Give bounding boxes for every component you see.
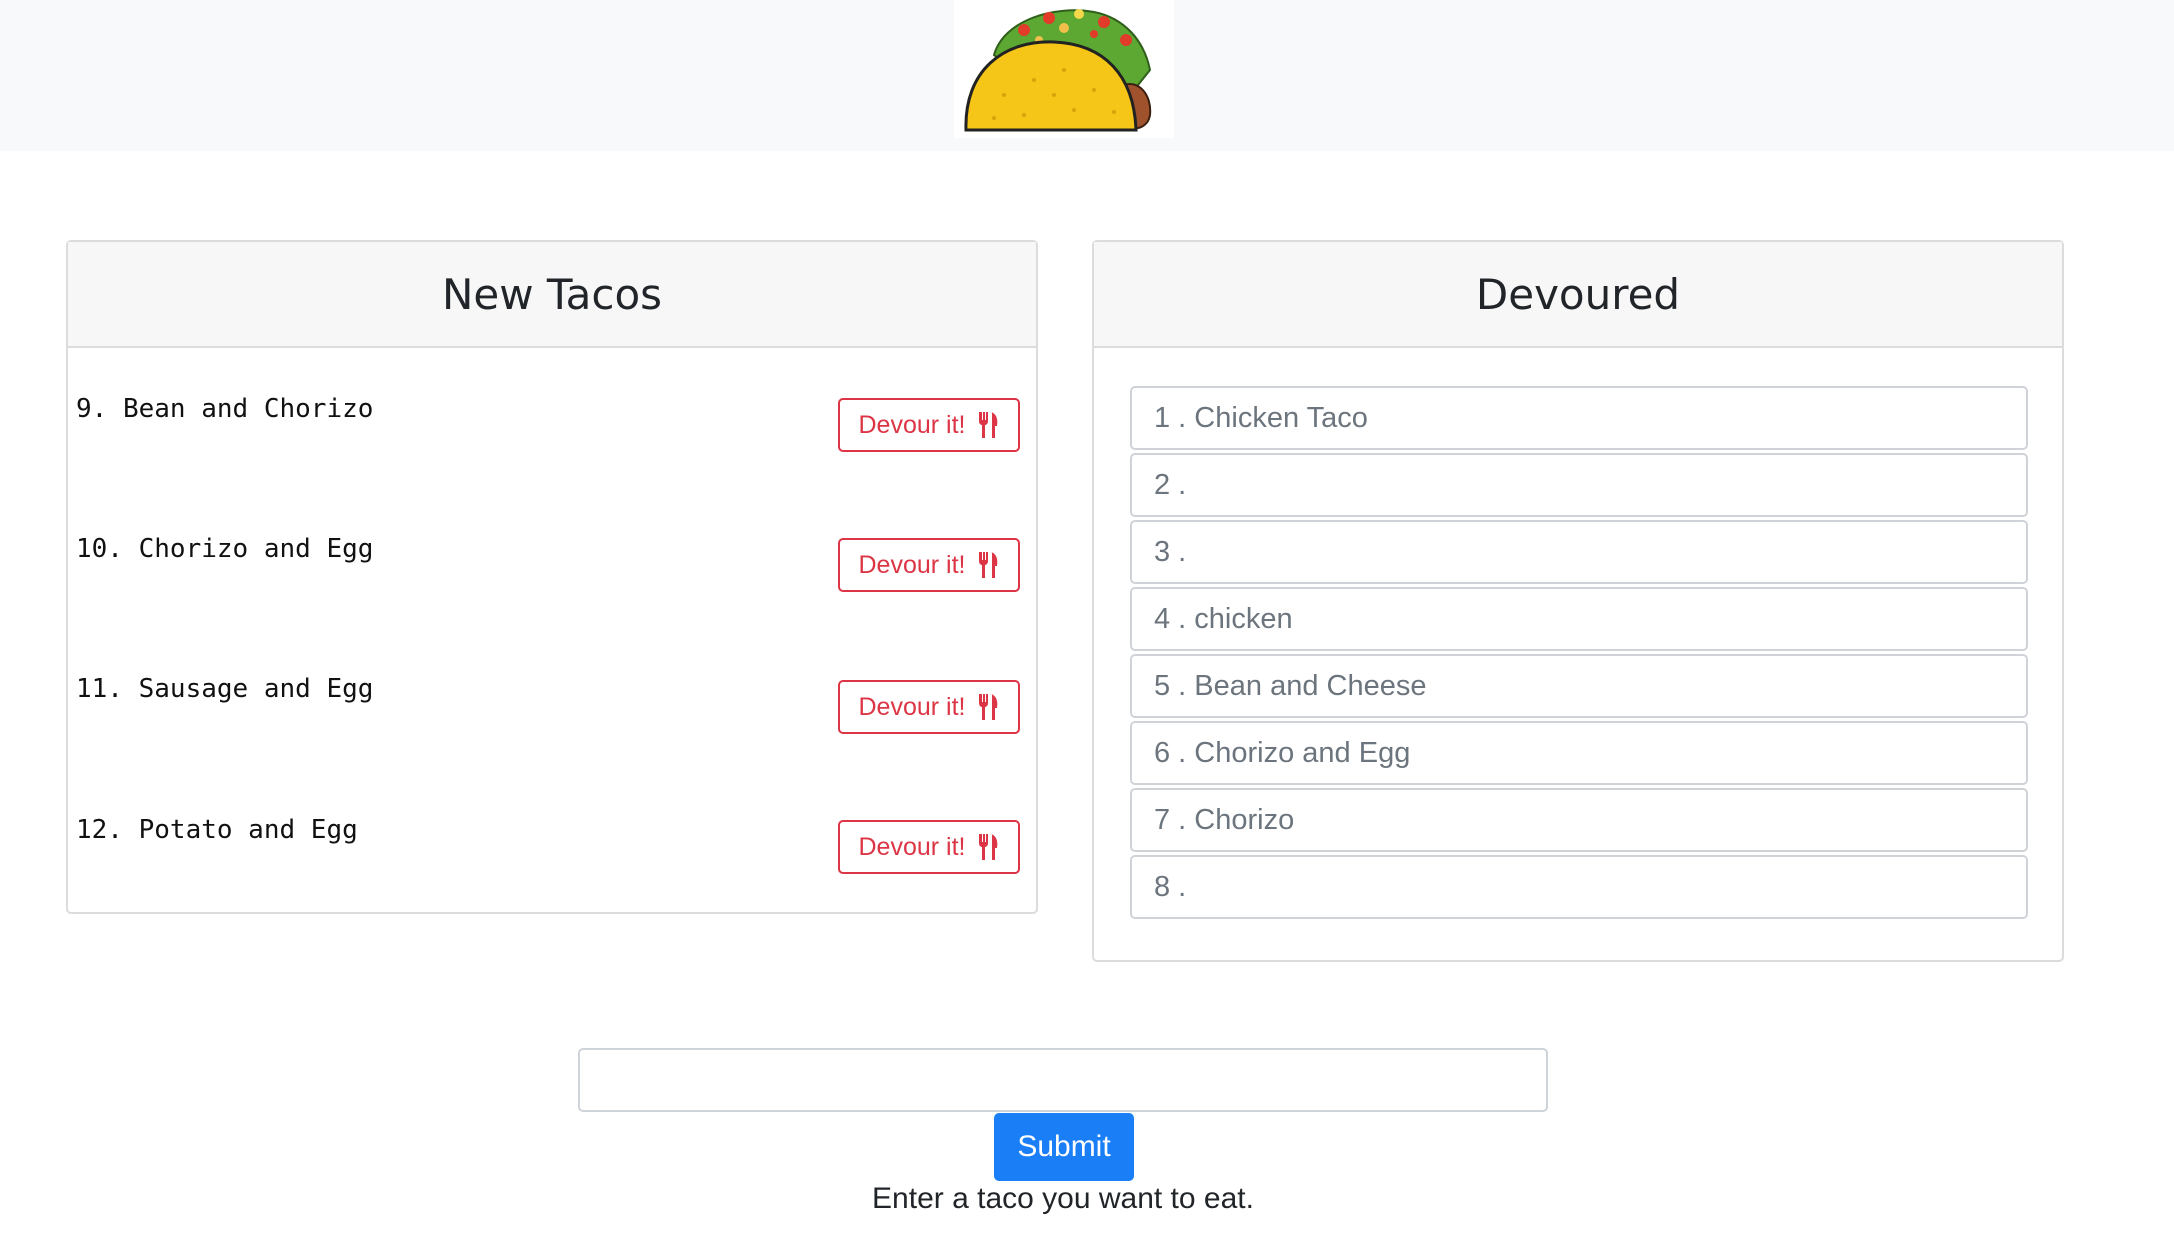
taco-name: 12. Potato and Egg: [76, 815, 358, 845]
utensils-icon: [979, 412, 998, 438]
top-navbar: [0, 0, 2174, 151]
form-help-text: Enter a taco you want to eat.: [872, 1182, 1254, 1215]
utensils-icon: [979, 834, 998, 860]
devoured-item: 5 . Bean and Cheese: [1130, 654, 2028, 718]
devoured-item: 8 .: [1130, 855, 2028, 919]
devour-label: Devour it!: [858, 832, 966, 861]
list-item: 9. Bean and Chorizo Devour it!: [76, 394, 1020, 514]
new-tacos-title: New Tacos: [441, 269, 663, 319]
utensils-icon: [979, 694, 998, 720]
taco-logo: [954, 0, 1174, 138]
submit-button[interactable]: Submit: [994, 1113, 1134, 1181]
devoured-title: Devoured: [1475, 269, 1681, 319]
devoured-item: 4 . chicken: [1130, 587, 2028, 651]
devoured-card: Devoured 1 . Chicken Taco 2 . 3 . 4 . ch…: [1092, 240, 2064, 962]
devoured-item: 2 .: [1130, 453, 2028, 517]
devoured-item: 7 . Chorizo: [1130, 788, 2028, 852]
new-tacos-card: New Tacos 9. Bean and Chorizo Devour it!…: [66, 240, 1038, 914]
list-item: 10. Chorizo and Egg Devour it!: [76, 534, 1020, 654]
devoured-item: 6 . Chorizo and Egg: [1130, 721, 2028, 785]
devoured-header: Devoured: [1094, 242, 2062, 348]
devoured-item: 1 . Chicken Taco: [1130, 386, 2028, 450]
taco-icon: [964, 9, 1152, 132]
devour-button[interactable]: Devour it!: [838, 680, 1020, 734]
devour-button[interactable]: Devour it!: [838, 820, 1020, 874]
taco-name-input[interactable]: [578, 1048, 1548, 1112]
devoured-list: 1 . Chicken Taco 2 . 3 . 4 . chicken 5 .…: [1130, 386, 2028, 922]
taco-name: 9. Bean and Chorizo: [76, 394, 374, 424]
new-tacos-header: New Tacos: [68, 242, 1036, 348]
devour-label: Devour it!: [858, 410, 966, 439]
devour-button[interactable]: Devour it!: [838, 398, 1020, 452]
devour-label: Devour it!: [858, 692, 966, 721]
taco-name: 11. Sausage and Egg: [76, 674, 374, 704]
devour-button[interactable]: Devour it!: [838, 538, 1020, 592]
devour-label: Devour it!: [858, 550, 966, 579]
list-item: 11. Sausage and Egg Devour it!: [76, 674, 1020, 794]
utensils-icon: [979, 552, 998, 578]
devoured-item: 3 .: [1130, 520, 2028, 584]
taco-name: 10. Chorizo and Egg: [76, 534, 374, 564]
list-item: 12. Potato and Egg Devour it!: [76, 815, 1020, 935]
